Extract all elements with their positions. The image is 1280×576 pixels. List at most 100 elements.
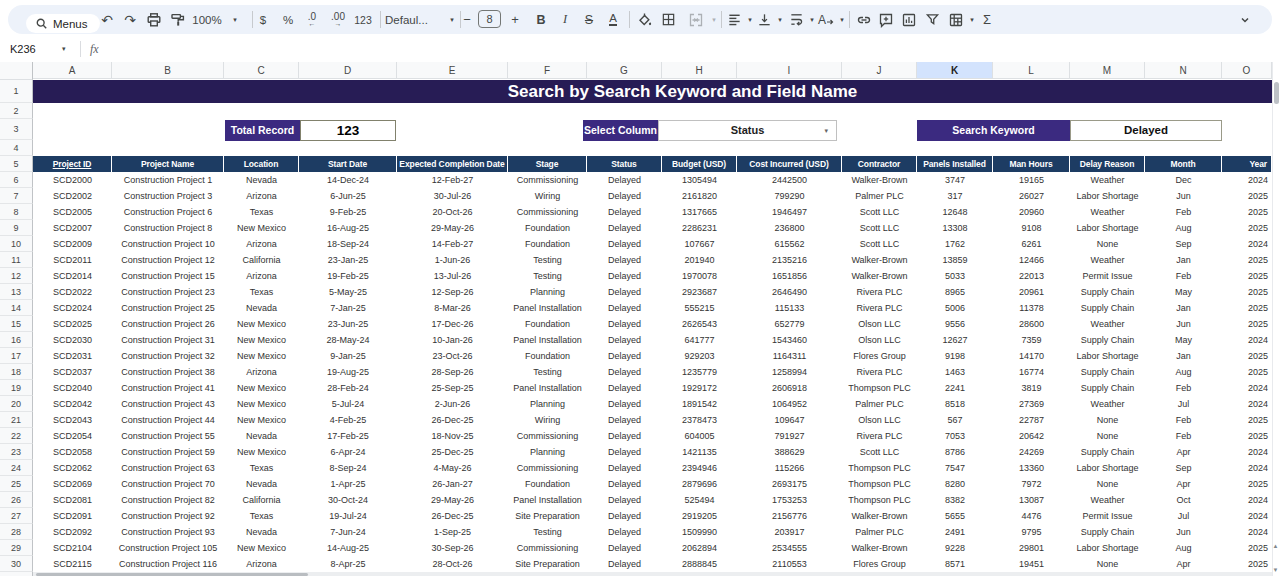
cell[interactable]: 18-Nov-25 [397,428,508,444]
cell[interactable]: 6261 [993,236,1070,252]
row-header-2[interactable]: 2 [0,103,33,119]
column-header-i[interactable]: I [737,62,842,79]
cell[interactable]: SCD2054 [33,428,112,444]
filter-button[interactable] [922,9,942,30]
cell[interactable]: 2025 [1222,316,1272,332]
bold-button[interactable]: B [531,9,551,30]
cell[interactable]: Commissioning [508,428,587,444]
cell[interactable]: None [1070,428,1145,444]
cell[interactable]: 6-Jun-25 [299,188,397,204]
table-header-contractor[interactable]: Contractor [842,156,917,172]
cell[interactable]: Palmer PLC [842,188,917,204]
cell[interactable]: 14-Dec-24 [299,172,397,188]
table-header-stage[interactable]: Stage [508,156,587,172]
cell[interactable]: Construction Project 10 [112,236,224,252]
cell[interactable]: Wiring [508,412,587,428]
cell[interactable]: Palmer PLC [842,396,917,412]
toolbar-collapse-button[interactable] [1235,9,1255,30]
cell[interactable]: None [1070,412,1145,428]
cell[interactable]: Sep [1145,460,1222,476]
cell[interactable]: 2025 [1222,204,1272,220]
cell[interactable]: Nevada [224,476,299,492]
cell[interactable]: 1258994 [737,364,842,380]
cell[interactable]: 26-Dec-25 [397,412,508,428]
cell[interactable]: 1753253 [737,492,842,508]
cell[interactable]: 3819 [993,380,1070,396]
cell[interactable]: 8280 [917,476,993,492]
column-header-m[interactable]: M [1070,62,1145,79]
cell[interactable]: 1305494 [662,172,737,188]
cell[interactable]: SCD2022 [33,284,112,300]
cell[interactable]: Delayed [587,412,662,428]
column-header-l[interactable]: L [993,62,1070,79]
cell[interactable]: 2241 [917,380,993,396]
cell[interactable]: Texas [224,460,299,476]
cell[interactable]: 525494 [662,492,737,508]
italic-button[interactable]: I [555,9,575,30]
insert-chart-button[interactable] [899,9,919,30]
cell[interactable]: 18-Sep-24 [299,236,397,252]
cell[interactable]: 7547 [917,460,993,476]
font-name-select[interactable]: Defaul... [385,9,447,30]
cell[interactable]: SCD2092 [33,524,112,540]
cell-reference-box[interactable]: K236 [10,36,36,62]
column-header-k[interactable]: K [917,62,993,79]
cell[interactable]: Supply Chain [1070,284,1145,300]
column-header-h[interactable]: H [662,62,737,79]
insert-comment-button[interactable] [876,9,896,30]
cell[interactable]: 30-Jul-26 [397,188,508,204]
cell[interactable]: Labor Shortage [1070,220,1145,236]
cell[interactable]: New Mexico [224,316,299,332]
undo-button[interactable]: ↶ [97,9,117,30]
cell[interactable]: 2024 [1222,460,1272,476]
cell[interactable]: 1421135 [662,444,737,460]
cell[interactable]: 12648 [917,204,993,220]
cell[interactable]: Delayed [587,220,662,236]
cell[interactable]: Construction Project 6 [112,204,224,220]
cell[interactable]: 30-Sep-26 [397,540,508,556]
cell[interactable]: 317 [917,188,993,204]
cell[interactable]: 30-Oct-24 [299,492,397,508]
cell[interactable]: 28-Sep-26 [397,364,508,380]
cell[interactable]: SCD2040 [33,380,112,396]
cell[interactable]: 25-Sep-25 [397,380,508,396]
cell[interactable]: Jun [1145,188,1222,204]
cell[interactable]: 5033 [917,268,993,284]
cell[interactable]: New Mexico [224,380,299,396]
cell[interactable]: 791927 [737,428,842,444]
cell[interactable]: Apr [1145,444,1222,460]
cell[interactable]: 20642 [993,428,1070,444]
cell[interactable]: Foundation [508,348,587,364]
cell[interactable]: Panel Installation [508,492,587,508]
cell[interactable]: Construction Project 15 [112,268,224,284]
table-header-man-hours[interactable]: Man Hours [993,156,1070,172]
cell[interactable]: 1651856 [737,268,842,284]
cell[interactable]: 2156776 [737,508,842,524]
cell[interactable]: Walker-Brown [842,252,917,268]
cell[interactable]: 2024 [1222,492,1272,508]
cell[interactable]: 19165 [993,172,1070,188]
cell[interactable]: Commissioning [508,204,587,220]
table-header-project-id[interactable]: Project ID [33,156,112,172]
cell[interactable]: 2024 [1222,236,1272,252]
cell[interactable]: 2161820 [662,188,737,204]
cell[interactable]: Rivera PLC [842,284,917,300]
pivot-table-button[interactable] [946,9,966,30]
cell[interactable]: SCD2011 [33,252,112,268]
cell[interactable]: Olson LLC [842,412,917,428]
table-header-panels-installed[interactable]: Panels Installed [917,156,993,172]
cell[interactable]: Delayed [587,172,662,188]
cell[interactable]: SCD2030 [33,332,112,348]
column-header-d[interactable]: D [299,62,397,79]
cell[interactable]: Construction Project 82 [112,492,224,508]
cell[interactable]: 1-Jun-26 [397,252,508,268]
cell[interactable]: 13308 [917,220,993,236]
cell[interactable]: Delayed [587,252,662,268]
cell[interactable]: Construction Project 12 [112,252,224,268]
cell[interactable]: 8518 [917,396,993,412]
cell[interactable]: 23-Oct-26 [397,348,508,364]
cell[interactable]: Delayed [587,188,662,204]
cell[interactable]: Rivera PLC [842,364,917,380]
cell[interactable]: 19-Jul-24 [299,508,397,524]
cell[interactable]: New Mexico [224,396,299,412]
